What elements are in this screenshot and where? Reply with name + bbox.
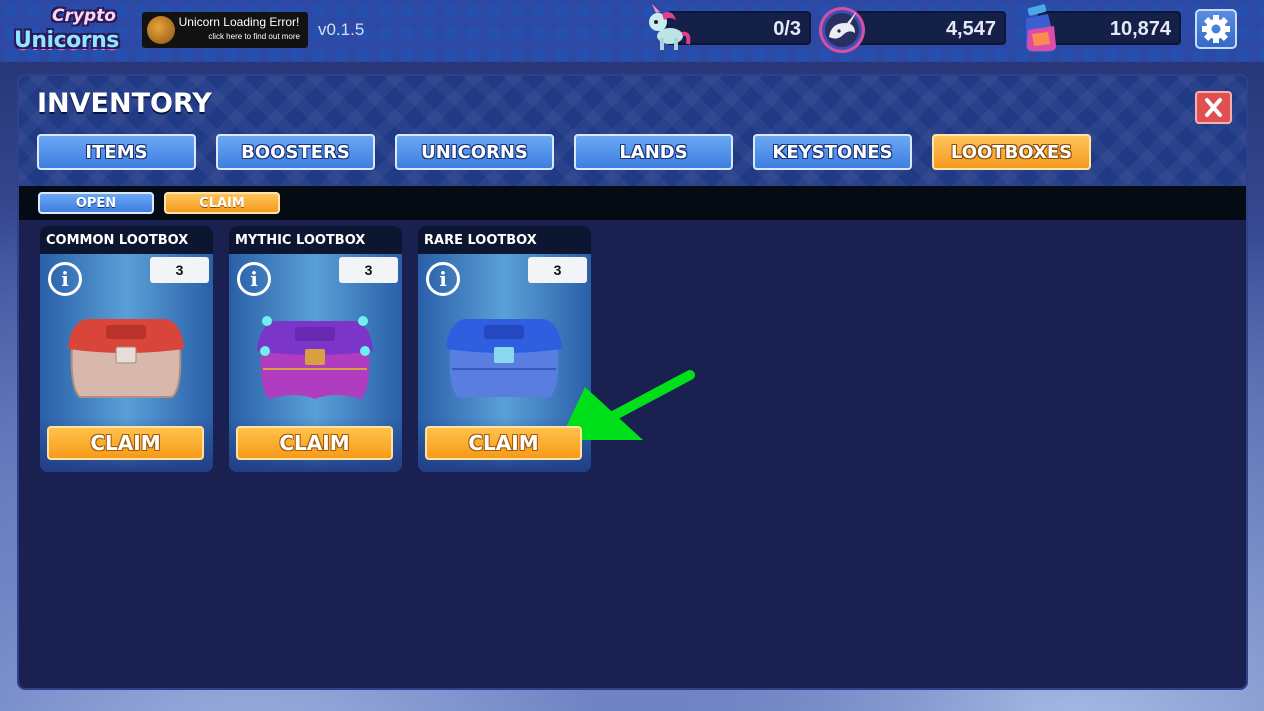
unicorn-count-value: 0/3 (773, 18, 801, 40)
lootbox-card-common: COMMON LOOTBOX i 3 CLAIM (40, 226, 213, 472)
tab-keystones[interactable]: KEYSTONES (753, 134, 912, 170)
lootbox-count: 3 (150, 257, 209, 283)
lootbox-count: 3 (528, 257, 587, 283)
inventory-header: INVENTORY ITEMS BOOSTERS UNICORNS LANDS … (19, 76, 1246, 186)
potion-icon (1026, 4, 1056, 52)
potion-balance-value: 10,874 (1109, 18, 1171, 40)
sub-tab-bar: OPEN CLAIM (19, 186, 1246, 220)
lootbox-name: COMMON LOOTBOX (40, 226, 213, 254)
mythic-chest-icon (257, 316, 373, 399)
lootbox-card-rare: RARE LOOTBOX i 3 CLAIM (418, 226, 591, 472)
unicorn-avatar-icon (147, 16, 175, 44)
claim-button-common[interactable]: CLAIM (47, 426, 204, 460)
close-button[interactable] (1195, 91, 1232, 124)
lootbox-card-mythic: MYTHIC LOOTBOX i 3 CLAIM (229, 226, 402, 472)
error-title: Unicorn Loading Error! (178, 15, 300, 29)
logo-line-1: Crypto (52, 6, 116, 26)
tab-items[interactable]: ITEMS (37, 134, 196, 170)
info-icon[interactable]: i (426, 262, 460, 296)
close-icon (1205, 98, 1222, 117)
top-bar: Crypto Unicorns Unicorn Loading Error! c… (0, 0, 1264, 62)
gear-icon (1202, 15, 1230, 43)
unicorn-loading-error-button[interactable]: Unicorn Loading Error! click here to fin… (142, 12, 308, 48)
common-chest-icon (68, 319, 184, 398)
subtab-claim[interactable]: CLAIM (164, 192, 280, 214)
lootbox-name: RARE LOOTBOX (418, 226, 591, 254)
subtab-open[interactable]: OPEN (38, 192, 154, 214)
tab-lootboxes[interactable]: LOOTBOXES (932, 134, 1091, 170)
crypto-unicorns-logo: Crypto Unicorns (14, 4, 134, 66)
token-balance-value: 4,547 (945, 18, 996, 40)
lootbox-name: MYTHIC LOOTBOX (229, 226, 402, 254)
tab-unicorns[interactable]: UNICORNS (395, 134, 554, 170)
logo-line-2: Unicorns (14, 28, 119, 53)
rare-chest-icon (446, 319, 562, 397)
info-icon[interactable]: i (237, 262, 271, 296)
unicorn-icon (649, 4, 691, 50)
info-icon[interactable]: i (48, 262, 82, 296)
tab-lands[interactable]: LANDS (574, 134, 733, 170)
page-title: INVENTORY (37, 88, 212, 119)
claim-button-rare[interactable]: CLAIM (425, 426, 582, 460)
claim-button-mythic[interactable]: CLAIM (236, 426, 393, 460)
settings-button[interactable] (1195, 9, 1237, 49)
lootbox-count: 3 (339, 257, 398, 283)
error-subtitle: click here to find out more (208, 32, 300, 41)
version-label: v0.1.5 (318, 20, 365, 39)
tab-boosters[interactable]: BOOSTERS (216, 134, 375, 170)
narwhal-token-icon (819, 7, 865, 53)
